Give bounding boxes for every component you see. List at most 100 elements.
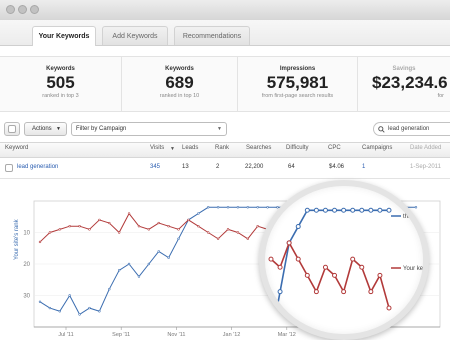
magnified-point xyxy=(368,289,374,295)
column-campaigns[interactable]: Campaigns xyxy=(362,145,392,151)
stat-sub: ranked in top 10 xyxy=(159,93,200,99)
date-added-value: 1-Sep-2011 xyxy=(410,164,441,170)
cpc-value: $4.06 xyxy=(329,164,345,170)
magnified-point xyxy=(322,207,328,213)
keyword-link[interactable]: lead generation xyxy=(17,164,58,170)
campaign-filter-label: Filter by Campaign xyxy=(76,126,127,132)
magnified-point xyxy=(386,207,392,213)
data-point xyxy=(187,218,190,222)
tab-recommendations[interactable]: Recommendations xyxy=(174,26,250,45)
stat-sub: from first-page search results xyxy=(261,93,334,99)
tab-add-keywords[interactable]: Add Keywords xyxy=(102,26,168,45)
data-point xyxy=(127,262,131,266)
data-point xyxy=(117,231,121,234)
row-checkbox[interactable] xyxy=(5,164,13,172)
column-visits[interactable]: Visits xyxy=(150,145,164,151)
data-point xyxy=(98,310,101,313)
magnified-point xyxy=(377,272,383,278)
column-date-added[interactable]: Date Added xyxy=(410,145,441,151)
stat-value: 505 xyxy=(46,73,75,92)
magnified-series xyxy=(268,207,392,334)
campaigns-link[interactable]: 1 xyxy=(362,164,365,170)
column-cpc[interactable]: CPC xyxy=(328,145,341,151)
data-point xyxy=(38,300,42,304)
magnifier-lens: this keyword Your keyword Your comp xyxy=(259,180,429,340)
data-point xyxy=(68,294,71,297)
data-point xyxy=(246,237,249,240)
x-tick-label: Jul '11 xyxy=(58,332,73,338)
stat-top10: Keywords 689 ranked in top 10 xyxy=(122,57,238,111)
magnified-point xyxy=(286,240,292,246)
magnified-point xyxy=(359,207,365,213)
magnified-point xyxy=(268,256,274,262)
data-point xyxy=(197,212,200,215)
leads-value: 13 xyxy=(182,164,189,170)
data-point xyxy=(236,231,240,234)
window-close-button[interactable] xyxy=(6,5,15,14)
window-minimize-button[interactable] xyxy=(18,5,27,14)
magnified-legend: this keyword Your keyword Your comp xyxy=(391,214,423,324)
column-keyword[interactable]: Keyword xyxy=(5,145,28,151)
magnified-point xyxy=(295,256,301,262)
stats-row: Keywords 505 ranked in top 3 Keywords 68… xyxy=(0,56,450,112)
table-header: Keyword Visits ▼ Leads Rank Searches Dif… xyxy=(0,142,450,158)
magnified-point xyxy=(359,264,365,270)
stat-value: 689 xyxy=(165,73,194,92)
stat-label: Savings xyxy=(392,66,416,72)
column-difficulty[interactable]: Difficulty xyxy=(286,145,309,151)
magnified-chart: this keyword Your keyword Your comp xyxy=(268,207,423,334)
magnified-point xyxy=(313,289,319,295)
legend-label: Your keyword xyxy=(403,266,423,272)
stat-label: Impressions xyxy=(279,66,316,72)
data-point xyxy=(177,237,180,240)
data-point xyxy=(207,231,210,234)
stat-impressions: Impressions 575,981 from first-page sear… xyxy=(238,57,358,111)
magnified-point xyxy=(368,207,374,213)
select-all-checkbox[interactable] xyxy=(8,125,16,133)
tab-your-keywords[interactable]: Your Keywords xyxy=(32,26,96,46)
data-point xyxy=(98,218,101,222)
magnified-point xyxy=(386,305,392,311)
table-row: lead generation 345 13 2 22,200 64 $4.06… xyxy=(0,157,450,179)
stat-top3: Keywords 505 ranked in top 3 xyxy=(0,57,122,111)
sort-desc-icon: ▼ xyxy=(170,146,175,152)
data-point xyxy=(137,224,141,228)
column-leads[interactable]: Leads xyxy=(182,145,198,151)
data-point xyxy=(48,306,52,310)
stat-value: 575,981 xyxy=(266,73,329,92)
rank-value: 2 xyxy=(216,164,220,170)
magnified-point xyxy=(304,272,310,278)
magnified-point xyxy=(295,224,301,230)
data-point xyxy=(58,310,61,313)
magnified-point xyxy=(322,264,328,270)
x-tick-label: Sep '11 xyxy=(112,332,130,338)
stat-label: Keywords xyxy=(165,66,194,72)
column-rank[interactable]: Rank xyxy=(215,145,229,151)
window-zoom-button[interactable] xyxy=(30,5,39,14)
data-point xyxy=(226,206,230,209)
magnified-point xyxy=(332,207,338,213)
data-point xyxy=(207,206,210,209)
data-point xyxy=(88,228,91,231)
data-point xyxy=(256,224,259,228)
chevron-down-icon: ▼ xyxy=(217,126,222,132)
chevron-down-icon: ▼ xyxy=(56,126,61,132)
magnified-point xyxy=(277,264,283,270)
data-point xyxy=(157,250,160,253)
window-titlebar xyxy=(0,0,450,21)
data-point xyxy=(177,228,180,231)
data-point xyxy=(127,212,131,215)
data-point xyxy=(48,231,52,234)
stat-label: Keywords xyxy=(46,66,75,72)
campaign-filter-select[interactable]: Filter by Campaign ▼ xyxy=(71,122,227,136)
visits-link[interactable]: 345 xyxy=(150,164,160,170)
magnified-point xyxy=(277,289,283,295)
magnified-point xyxy=(304,207,310,213)
keyword-search-input[interactable]: lead generation xyxy=(373,122,450,136)
legend-label: Your comp xyxy=(403,318,423,324)
column-searches[interactable]: Searches xyxy=(246,145,271,151)
x-tick-label: Nov '11 xyxy=(167,332,185,338)
data-point xyxy=(88,306,91,310)
actions-button[interactable]: Actions ▼ xyxy=(24,122,67,136)
select-all-button[interactable] xyxy=(4,122,20,136)
